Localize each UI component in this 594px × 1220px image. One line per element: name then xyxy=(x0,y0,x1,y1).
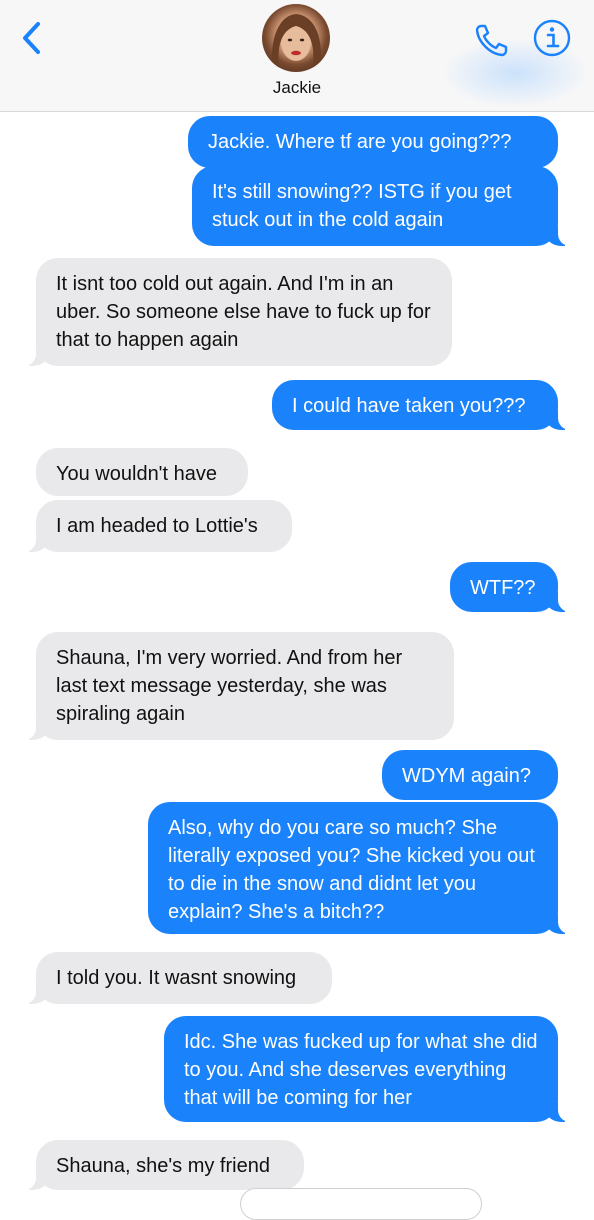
chevron-left-icon[interactable] xyxy=(18,20,48,56)
message-bubble-outgoing[interactable]: I could have taken you??? xyxy=(272,380,572,430)
info-icon[interactable] xyxy=(530,16,574,60)
message-bubble-incoming[interactable]: Shauna, I'm very worried. And from her l… xyxy=(22,632,454,740)
message-bubble-incoming[interactable]: I am headed to Lottie's xyxy=(22,500,292,552)
message-bubble-incoming[interactable]: You wouldn't have xyxy=(36,448,248,496)
message-bubble-outgoing[interactable]: It's still snowing?? ISTG if you get stu… xyxy=(192,166,572,246)
message-bubble-outgoing[interactable]: Jackie. Where tf are you going??? xyxy=(188,116,558,168)
message-bubble-incoming[interactable]: Shauna, she's my friend xyxy=(22,1140,304,1190)
message-input-field[interactable] xyxy=(240,1188,482,1220)
message-bubble-incoming[interactable]: It isnt too cold out again. And I'm in a… xyxy=(22,258,452,366)
message-bubble-incoming[interactable]: I told you. It wasnt snowing xyxy=(22,952,332,1004)
avatar[interactable] xyxy=(262,4,330,72)
message-bubble-outgoing[interactable]: WDYM again? xyxy=(382,750,558,800)
phone-icon[interactable] xyxy=(472,20,512,60)
conversation-header: Jackie xyxy=(0,0,594,112)
contact-name[interactable]: Jackie xyxy=(0,78,594,98)
message-bubble-outgoing[interactable]: WTF?? xyxy=(450,562,572,612)
message-bubble-outgoing[interactable]: Also, why do you care so much? She liter… xyxy=(148,802,572,934)
message-bubble-outgoing[interactable]: Idc. She was fucked up for what she did … xyxy=(164,1016,572,1122)
message-thread[interactable]: Jackie. Where tf are you going??? It's s… xyxy=(0,112,594,1200)
